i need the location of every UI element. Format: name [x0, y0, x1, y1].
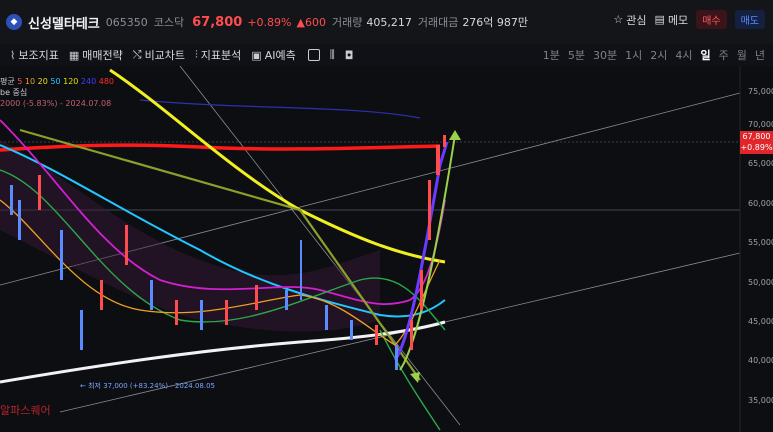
- watch-button[interactable]: ☆ 관심: [613, 12, 646, 28]
- ai-predict-button[interactable]: ▣ AI예측: [251, 47, 295, 63]
- indicator-legend[interactable]: 평균 5 10 20 50 120 240 480 be 중심 2000 (-5…: [0, 76, 114, 109]
- buy-button[interactable]: 매수: [696, 10, 727, 29]
- star-icon: ☆: [613, 13, 624, 26]
- period-1m[interactable]: 1분: [543, 47, 560, 63]
- tool-label: AI예측: [264, 49, 296, 62]
- indicator-icon: ⌇: [10, 48, 16, 62]
- stock-code: 065350: [105, 15, 148, 29]
- memo-icon: ▤: [654, 13, 665, 26]
- current-price-tag: 67,800 +0.89%: [740, 131, 773, 154]
- y-tick: 35,000: [748, 396, 773, 405]
- legend-line-3: 2000 (-5.83%) - 2024.07.08: [0, 99, 112, 108]
- period-30m[interactable]: 30분: [593, 47, 617, 63]
- y-tick: 65,000: [748, 159, 773, 168]
- square-draw-icon[interactable]: [307, 49, 320, 61]
- stock-name[interactable]: 신성델타테크: [28, 13, 100, 32]
- tool-label: 매매전략: [82, 49, 123, 62]
- volume-label: 거래량: [331, 16, 363, 29]
- period-day[interactable]: 일: [701, 47, 711, 63]
- period-1h[interactable]: 1시: [625, 47, 642, 63]
- stock-header: ◆ 신성델타테크 065350 코스닥 67,800 +0.89% ▲600 거…: [0, 0, 773, 45]
- watch-label: 관심: [626, 13, 647, 27]
- legend-line-2: be 중심: [0, 88, 28, 97]
- period-selector: 1분 5분 30분 1시 2시 4시 일 주 월 년: [543, 44, 765, 66]
- screenshot-button[interactable]: ◘: [345, 49, 354, 62]
- amount-label: 거래대금: [417, 16, 459, 29]
- y-tick: 75,000: [748, 87, 773, 96]
- low-price-annotation: ← 최저 37,000 (+83.24%) - 2024.08.05: [80, 382, 215, 390]
- market-label: 코스닥: [153, 16, 185, 29]
- company-logo: ◆: [6, 14, 22, 30]
- ma-period-480: 480: [96, 77, 115, 86]
- memo-label: 메모: [667, 13, 689, 27]
- change-percent: +0.89%: [247, 15, 292, 29]
- y-tick: 45,000: [748, 317, 773, 326]
- candle-type-button[interactable]: ⫼: [330, 48, 335, 62]
- period-4h[interactable]: 4시: [675, 47, 692, 63]
- current-price: 67,800: [192, 14, 243, 30]
- y-tick: 60,000: [748, 199, 773, 208]
- strategy-button[interactable]: ▦ 매매전략: [69, 47, 123, 63]
- camera-icon: ◘: [344, 48, 354, 62]
- price-chart[interactable]: [0, 66, 773, 432]
- y-tick: 40,000: [748, 356, 773, 365]
- watermark: 알파스퀘어: [0, 404, 51, 417]
- ma-period-10: 10: [22, 77, 36, 86]
- y-tick: 55,000: [748, 238, 773, 247]
- tool-label: 보조지표: [18, 49, 59, 62]
- candlestick-icon: ⫼: [329, 48, 335, 61]
- period-week[interactable]: 주: [719, 47, 729, 63]
- y-tick: 50,000: [748, 278, 773, 287]
- ma-periods: 5 10 20 50 120 240 480: [17, 77, 114, 86]
- chart-toolbar: ⌇ 보조지표 ▦ 매매전략 ⤭ 비교차트 ⫶ 지표분석 ▣ AI예측 ⫼ ◘ 1…: [0, 44, 773, 66]
- analysis-icon: ⫶: [195, 48, 198, 61]
- sell-button[interactable]: 매도: [734, 10, 765, 29]
- tag-price: 67,800: [742, 132, 771, 141]
- tool-label: 비교차트: [144, 49, 186, 62]
- analysis-button[interactable]: ⫶ 지표분석: [195, 47, 241, 63]
- strategy-icon: ▦: [68, 48, 80, 62]
- period-2h[interactable]: 2시: [650, 47, 667, 63]
- memo-button[interactable]: ▤ 메모: [655, 12, 689, 28]
- tag-percent: +0.89%: [740, 143, 773, 152]
- period-month[interactable]: 월: [737, 47, 747, 63]
- tool-label: 지표분석: [200, 49, 242, 62]
- ma-legend-row: 평균 5 10 20 50 120 240 480: [0, 76, 114, 87]
- volume-value: 405,217: [366, 15, 412, 29]
- ma-period-240: 240: [78, 77, 97, 86]
- compare-icon: ⤭: [132, 48, 142, 61]
- compare-button[interactable]: ⤭ 비교차트: [133, 47, 185, 63]
- y-tick: 70,000: [748, 120, 773, 129]
- ma-period-50: 50: [47, 77, 61, 86]
- amount-value: 276억 987만: [462, 16, 529, 29]
- indicator-button[interactable]: ⌇ 보조지표: [10, 47, 59, 63]
- period-year[interactable]: 년: [755, 47, 765, 63]
- period-5m[interactable]: 5분: [568, 47, 585, 63]
- change-amount: ▲600: [296, 15, 326, 29]
- ma-period-20: 20: [35, 77, 48, 86]
- ma-period-120: 120: [60, 77, 79, 86]
- ma-label: 평균: [0, 77, 15, 86]
- ai-icon: ▣: [251, 48, 262, 62]
